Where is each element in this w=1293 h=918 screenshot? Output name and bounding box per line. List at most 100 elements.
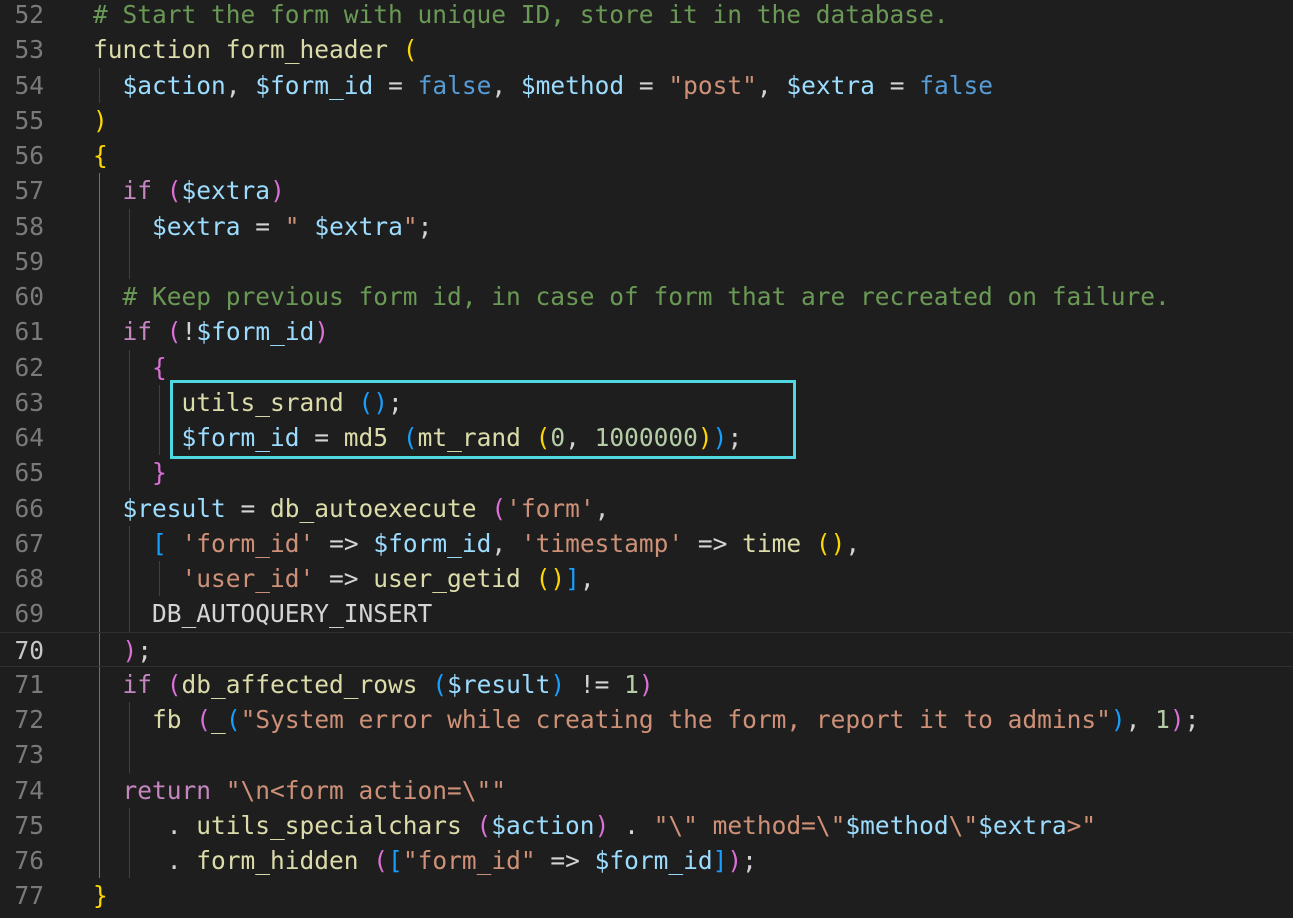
highlight-box <box>170 380 796 459</box>
code-token: != <box>565 669 625 699</box>
code-line-61[interactable]: 61 if (!$form_id) <box>0 314 1293 349</box>
code-token: $form_id <box>373 528 492 558</box>
code-token: . <box>609 810 654 840</box>
code-token: user_getid <box>373 564 536 593</box>
code-line-59[interactable]: 59 <box>0 244 1293 279</box>
code-line-66[interactable]: 66 $result = db_autoexecute ('form', <box>0 491 1293 526</box>
code-token: $extra <box>181 176 271 206</box>
code-line-54[interactable]: 54 $action, $form_id = false, $method = … <box>0 68 1293 103</box>
code-line-67[interactable]: 67 [ 'form_id' => $form_id, 'timestamp' … <box>0 526 1293 561</box>
code-line-77[interactable]: 77} <box>0 878 1293 913</box>
code-line-52[interactable]: 52 # Start the form with unique ID, store… <box>0 0 1293 32</box>
line-code[interactable]: { <box>93 350 167 385</box>
code-line-53[interactable]: 53 function form_header ( <box>0 32 1293 67</box>
code-token: , <box>579 564 595 593</box>
line-number: 72 <box>14 705 44 734</box>
code-token: "\" method=\" <box>653 810 846 840</box>
line-number: 76 <box>14 846 44 875</box>
line-code[interactable]: 'user_id' => user_getid ()], <box>93 561 595 596</box>
code-line-71[interactable]: 71 if (db_affected_rows ($result) != 1) <box>0 667 1293 702</box>
code-token: >" <box>1066 810 1097 840</box>
code-token: = <box>624 70 669 100</box>
code-line-60[interactable]: 60 # Keep previous form id, in case of f… <box>0 279 1293 314</box>
code-line-68[interactable]: 68 'user_id' => user_getid ()], <box>0 561 1293 596</box>
line-code[interactable]: [ 'form_id' => $form_id, 'timestamp' => … <box>93 526 860 561</box>
code-token: , <box>491 528 521 558</box>
code-token: $action <box>491 810 595 840</box>
line-code[interactable]: function form_header ( <box>93 32 418 67</box>
code-token: = <box>240 211 285 241</box>
code-line-75[interactable]: 75 . utils_specialchars ($action) . "\" … <box>0 808 1293 843</box>
code-line-58[interactable]: 58 $extra = " $extra"; <box>0 209 1293 244</box>
code-token: 'form' <box>506 493 595 523</box>
line-code[interactable]: $action, $form_id = false, $method = "po… <box>93 68 993 103</box>
code-line-73[interactable]: 73 <box>0 737 1293 772</box>
code-token: if <box>122 317 167 347</box>
code-token: $extra <box>978 810 1067 840</box>
code-token: $extra <box>152 211 241 241</box>
code-token: $result <box>122 493 226 523</box>
line-code[interactable]: . form_hidden (["form_id" => $form_id]); <box>93 843 757 878</box>
code-line-74[interactable]: 74 return "\n<form action=\"" <box>0 773 1293 808</box>
line-code[interactable]: $result = db_autoexecute ('form', <box>93 491 610 526</box>
line-code[interactable]: DB_AUTOQUERY_INSERT <box>93 596 432 631</box>
line-code[interactable]: . utils_specialchars ($action) . "\" met… <box>93 808 1096 843</box>
code-line-72[interactable]: 72 fb (_("System error while creating th… <box>0 702 1293 737</box>
code-token: ( <box>491 493 507 523</box>
line-code[interactable]: # Start the form with unique ID, store i… <box>93 0 949 32</box>
line-number: 69 <box>14 599 44 629</box>
line-number: 56 <box>14 141 44 170</box>
line-number: 54 <box>14 70 44 100</box>
code-token: " <box>402 211 418 241</box>
code-token: 1 <box>1155 705 1170 734</box>
line-code[interactable]: fb (_("System error while creating the f… <box>93 702 1199 737</box>
code-token: ) <box>550 669 566 699</box>
code-token: ) <box>93 105 108 135</box>
code-line-56[interactable]: 56 { <box>0 138 1293 173</box>
line-number: 70 <box>14 635 44 665</box>
code-line-70[interactable]: 70 ); <box>0 631 1293 668</box>
code-editor[interactable]: 52 # Start the form with unique ID, store… <box>0 0 1293 918</box>
code-line-57[interactable]: 57 if ($extra) <box>0 173 1293 208</box>
code-token: function form_header <box>93 35 403 65</box>
line-number: 59 <box>14 246 44 276</box>
line-code[interactable]: } <box>93 455 167 490</box>
line-number: 58 <box>14 211 44 241</box>
code-token: " <box>284 211 315 241</box>
code-line-65[interactable]: 65 } <box>0 455 1293 490</box>
line-code[interactable]: if ($extra) <box>93 173 285 208</box>
code-token: ( <box>166 669 182 699</box>
line-code[interactable]: if (db_affected_rows ($result) != 1) <box>93 667 654 702</box>
line-code[interactable]: ) <box>93 103 108 138</box>
code-token: , <box>225 70 256 100</box>
code-token: $form_id <box>255 70 374 100</box>
line-code[interactable]: { <box>93 138 108 173</box>
line-number: 68 <box>14 564 44 593</box>
code-token: $action <box>122 70 226 100</box>
code-token: 1 <box>624 669 639 699</box>
code-line-55[interactable]: 55) <box>0 103 1293 138</box>
line-code[interactable]: } <box>93 878 108 913</box>
code-line-76[interactable]: 76 . form_hidden (["form_id" => $form_id… <box>0 843 1293 878</box>
line-code[interactable]: if (!$form_id) <box>93 314 330 349</box>
code-token: () <box>535 564 566 593</box>
line-code[interactable]: $extra = " $extra"; <box>93 209 432 244</box>
line-number: 64 <box>14 423 44 452</box>
code-token: "\n<form action=\"" <box>225 775 507 805</box>
line-code[interactable]: # Keep previous form id, in case of form… <box>93 279 1170 314</box>
line-code[interactable]: ); <box>93 633 153 668</box>
code-token: ( <box>225 705 241 734</box>
code-line-69[interactable]: 69 DB_AUTOQUERY_INSERT <box>0 596 1293 631</box>
line-code[interactable]: return "\n<form action=\"" <box>93 773 507 808</box>
code-token: ; <box>742 846 757 875</box>
